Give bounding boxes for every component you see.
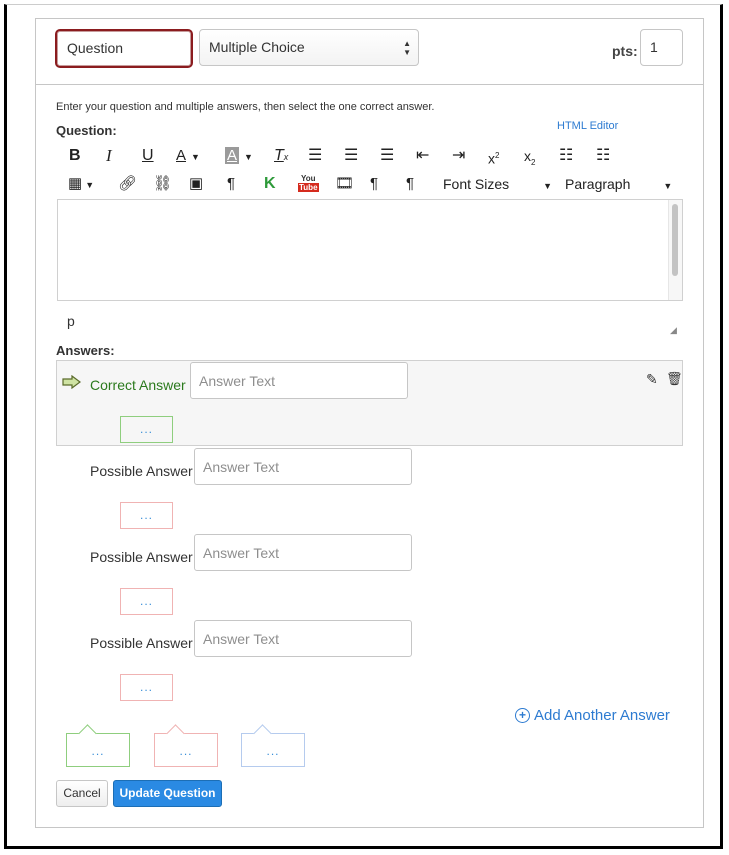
add-another-answer-link[interactable]: + Add Another Answer <box>515 707 670 724</box>
bubble-tail <box>166 724 185 743</box>
kaltura-icon[interactable]: K <box>264 174 276 194</box>
youtube-icon[interactable]: You Tube <box>298 174 319 192</box>
superscript-icon[interactable]: x2 <box>488 146 499 169</box>
question-type-select[interactable]: Multiple Choice ▲ ▼ <box>199 29 419 66</box>
question-text-editor[interactable] <box>57 199 683 301</box>
instructions-text: Enter your question and multiple answers… <box>56 101 435 113</box>
image-icon[interactable]: ▣ <box>189 174 203 194</box>
paragraph-label: Paragraph <box>565 176 631 192</box>
possible-answer-label: Possible Answer <box>90 463 193 479</box>
text-color-icon[interactable]: A ▼ <box>176 146 200 167</box>
possible-answer-input[interactable]: Answer Text <box>194 448 412 485</box>
incorrect-comment-bubble[interactable]: ... <box>154 724 218 767</box>
numbered-list-icon[interactable]: ☷ <box>596 146 610 166</box>
italic-icon[interactable]: I <box>106 146 112 166</box>
answer-comment-box[interactable]: ... <box>120 416 173 443</box>
correct-comment-bubble[interactable]: ... <box>66 724 130 767</box>
paragraph-icon[interactable]: ¶ <box>227 174 235 194</box>
element-path[interactable]: p <box>67 313 75 329</box>
chevron-down-icon: ▼ <box>663 181 673 191</box>
table-icon[interactable]: ▦ ▼ <box>68 174 94 195</box>
media-icon[interactable]: 🎞︎ <box>335 174 354 194</box>
scroll-thumb[interactable] <box>672 204 678 276</box>
trash-icon[interactable]: 🗑︎ <box>666 371 683 387</box>
unlink-icon[interactable]: ⛓︎ <box>153 174 172 194</box>
correct-answer-label: Correct Answer <box>90 377 186 393</box>
general-comment-bubble[interactable]: ... <box>241 724 305 767</box>
font-sizes-label: Font Sizes <box>443 176 510 192</box>
editor-scrollbar[interactable] <box>668 200 682 300</box>
answer-comment-box[interactable]: ... <box>120 588 173 615</box>
correct-arrow-icon[interactable] <box>62 374 81 390</box>
correct-answer-input[interactable]: Answer Text <box>190 362 408 399</box>
answer-comment-box[interactable]: ... <box>120 674 173 701</box>
align-right-icon[interactable]: ☰ <box>380 146 394 166</box>
chevron-down-icon: ▼ <box>543 181 553 191</box>
points-input[interactable]: 1 <box>640 29 683 66</box>
background-color-icon[interactable]: A ▼ <box>225 146 253 167</box>
underline-icon[interactable]: U <box>142 146 154 166</box>
possible-answer-input[interactable]: Answer Text <box>194 534 412 571</box>
font-sizes-dropdown[interactable]: Font Sizes ▼ <box>443 174 552 196</box>
indent-icon[interactable]: ⇥ <box>452 146 465 166</box>
question-name-input[interactable]: Question <box>55 29 193 68</box>
answers-label: Answers: <box>56 343 115 358</box>
possible-answer-label: Possible Answer <box>90 549 193 565</box>
pencil-icon[interactable]: ✎ <box>646 371 658 388</box>
bubble-dots: ... <box>266 744 280 758</box>
outdent-icon[interactable]: ⇤ <box>416 146 429 166</box>
bubble-dots: ... <box>91 744 105 758</box>
plus-circle-icon: + <box>515 708 530 723</box>
bubble-tail <box>253 724 272 743</box>
html-editor-link[interactable]: HTML Editor <box>557 120 618 132</box>
align-center-icon[interactable]: ☰ <box>344 146 358 166</box>
cancel-button[interactable]: Cancel <box>56 780 108 807</box>
resize-grip-icon[interactable]: ◢ <box>670 325 677 336</box>
possible-answer-input[interactable]: Answer Text <box>194 620 412 657</box>
possible-answer-label: Possible Answer <box>90 635 193 651</box>
bold-icon[interactable]: B <box>69 146 81 166</box>
bullet-list-icon[interactable]: ☷ <box>559 146 573 166</box>
select-arrows-icon: ▲ ▼ <box>403 39 411 57</box>
question-label: Question: <box>56 123 117 138</box>
ltr-icon[interactable]: ¶ <box>370 174 378 194</box>
question-type-value: Multiple Choice <box>209 39 305 55</box>
align-left-icon[interactable]: ☰ <box>308 146 322 166</box>
link-icon[interactable]: 🔗︎ <box>118 174 137 194</box>
subscript-icon[interactable]: x2 <box>524 146 535 173</box>
add-another-label: Add Another Answer <box>534 707 670 724</box>
update-question-button[interactable]: Update Question <box>113 780 222 807</box>
clear-formatting-icon[interactable]: Tx <box>274 146 288 167</box>
answer-comment-box[interactable]: ... <box>120 502 173 529</box>
bubble-dots: ... <box>179 744 193 758</box>
rtl-icon[interactable]: ¶ <box>406 174 414 194</box>
question-header: Question Multiple Choice ▲ ▼ pts: 1 <box>36 19 703 85</box>
paragraph-dropdown[interactable]: Paragraph ▼ <box>565 174 672 196</box>
question-editor-panel: Question Multiple Choice ▲ ▼ pts: 1 Enter… <box>35 18 704 828</box>
points-label: pts: <box>612 43 638 59</box>
bubble-tail <box>78 724 97 743</box>
